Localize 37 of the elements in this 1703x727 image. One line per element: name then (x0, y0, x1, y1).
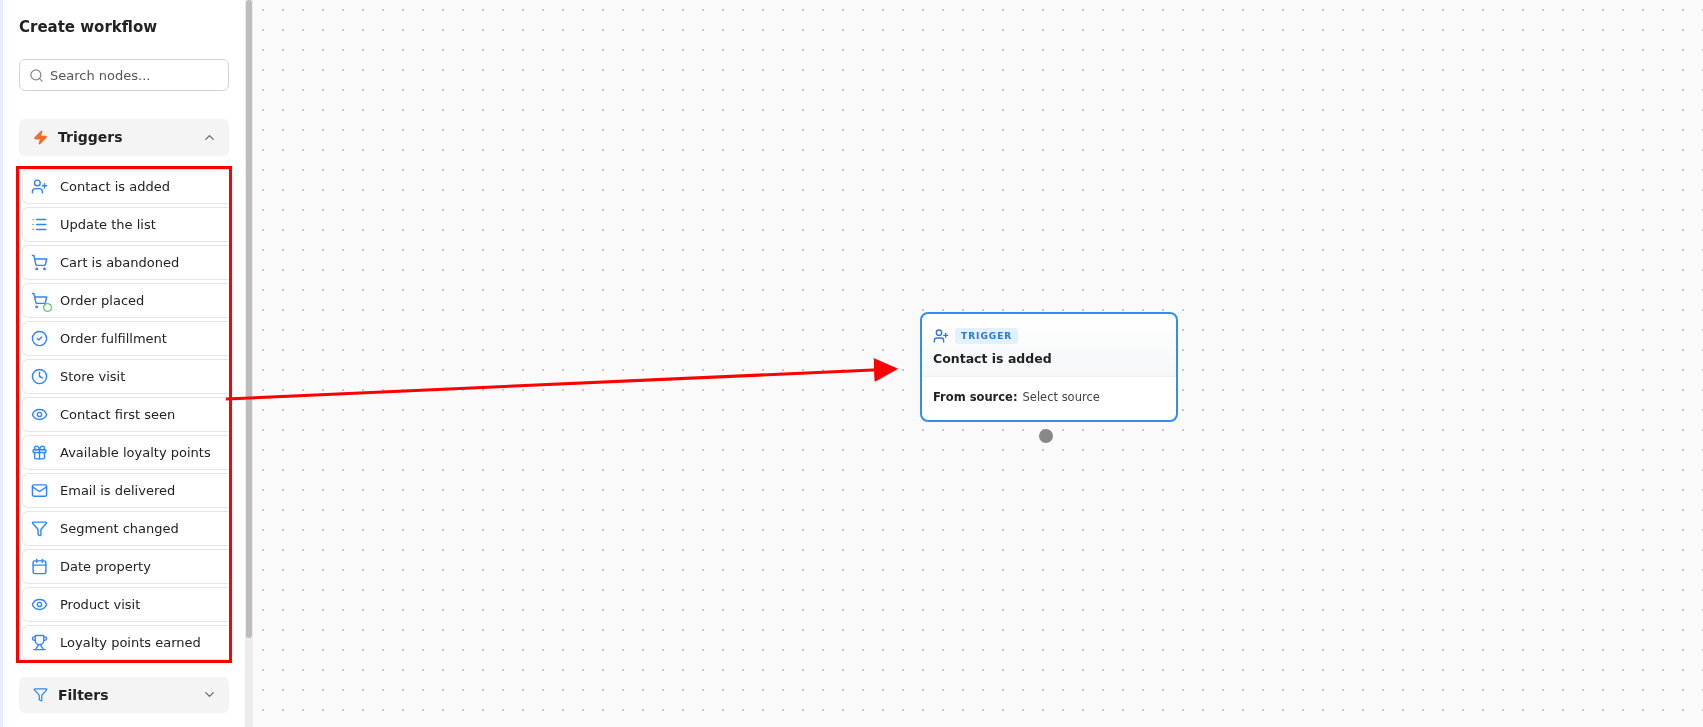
search-field[interactable]: Search nodes... (19, 59, 229, 91)
trophy-icon (31, 633, 48, 651)
bolt-icon (33, 129, 48, 145)
trigger-item[interactable]: Segment changed (22, 510, 229, 546)
trigger-item[interactable]: Contact is added (22, 168, 229, 204)
trigger-item[interactable]: Email is delivered (22, 472, 229, 508)
trigger-item[interactable]: Cart is abandoned (22, 244, 229, 280)
trigger-item[interactable]: Date property (22, 548, 229, 584)
trigger-item[interactable]: Loyalty points earned (22, 624, 229, 660)
trigger-item[interactable]: Order placed (22, 282, 229, 318)
check-circle-icon (31, 329, 48, 347)
clock-icon (31, 367, 48, 385)
user-plus-icon (31, 177, 48, 195)
trigger-node[interactable]: TRIGGER Contact is added From source: Select source (920, 312, 1178, 422)
trigger-item[interactable]: Contact first seen (22, 396, 229, 432)
source-select[interactable]: Select source (1022, 390, 1100, 404)
calendar-icon (31, 557, 48, 575)
trigger-item[interactable]: Update the list (22, 206, 229, 242)
sidebar-title: Create workflow (19, 18, 159, 36)
connector-handle[interactable] (1039, 429, 1053, 443)
trigger-item[interactable]: Product visit (22, 586, 229, 622)
node-title: Contact is added (933, 351, 1053, 366)
gift-icon (31, 443, 48, 461)
trigger-item[interactable]: Available loyalty points (22, 434, 229, 470)
section-header[interactable]: Filters (19, 676, 229, 713)
trigger-tag: TRIGGER (955, 328, 1019, 344)
mail-icon (31, 481, 48, 499)
funnel-icon (31, 519, 48, 537)
trigger-item[interactable]: Order fulfillment (22, 320, 229, 356)
field-label: From source: (933, 390, 1018, 404)
funnel-icon (33, 687, 48, 703)
cart-icon (31, 253, 48, 271)
trigger-item[interactable]: Store visit (22, 358, 229, 394)
section-header[interactable]: Triggers (19, 119, 229, 156)
check-badge-icon (43, 302, 52, 312)
user-plus-icon (933, 328, 949, 344)
search-icon (29, 68, 44, 83)
